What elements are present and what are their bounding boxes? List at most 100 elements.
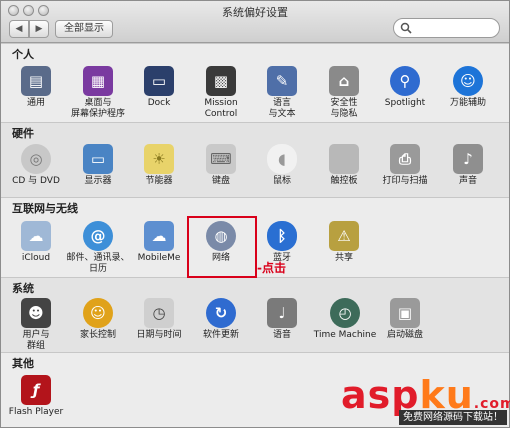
startup-disk-icon: ▣ bbox=[390, 298, 420, 328]
pref-general[interactable]: ▤ 通用 bbox=[5, 66, 67, 109]
flash-player-icon: ƒ bbox=[21, 375, 51, 405]
cd-dvd-icon: ◎ bbox=[21, 144, 51, 174]
pref-displays[interactable]: ▭ 显示器 bbox=[67, 144, 129, 187]
time-machine-icon: ◴ bbox=[330, 298, 360, 328]
pref-label: iCloud bbox=[21, 253, 51, 263]
section-title-other: 其他 bbox=[12, 357, 34, 370]
pref-security-privacy[interactable]: ⌂ 安全性 与隐私 bbox=[313, 66, 375, 120]
sharing-icon: ⚠ bbox=[329, 221, 359, 251]
mission-control-icon: ▩ bbox=[206, 66, 236, 96]
spotlight-icon: ⚲ bbox=[390, 66, 420, 96]
icloud-icon: ☁ bbox=[21, 221, 51, 251]
pref-label: 语言 与文本 bbox=[268, 98, 296, 119]
pref-label: 桌面与 屏幕保护程序 bbox=[70, 98, 125, 119]
parental-controls-icon: ☺ bbox=[83, 298, 113, 328]
pref-mouse[interactable]: ◖ 鼠标 bbox=[251, 144, 313, 187]
pref-speech[interactable]: ♩ 语音 bbox=[251, 298, 313, 341]
printer-icon: ⎙ bbox=[390, 144, 420, 174]
pref-energy-saver[interactable]: ☀ 节能器 bbox=[128, 144, 190, 187]
forward-button[interactable]: ▶ bbox=[29, 20, 49, 38]
pref-label: Spotlight bbox=[384, 98, 426, 108]
pref-label: 软件更新 bbox=[202, 330, 239, 340]
pref-keyboard[interactable]: ⌨ 键盘 bbox=[190, 144, 252, 187]
pref-label: 共享 bbox=[334, 253, 353, 263]
pref-label: 邮件、通讯录、 日历 bbox=[66, 253, 130, 274]
back-arrow-icon: ◀ bbox=[15, 24, 23, 34]
pref-label: 通用 bbox=[26, 98, 45, 108]
pref-label: Time Machine bbox=[313, 330, 377, 340]
watermark-subtitle: 免费网络源码下载站！ bbox=[399, 410, 507, 425]
search-icon bbox=[400, 22, 412, 34]
pref-label: 日期与时间 bbox=[136, 330, 182, 340]
pref-mobileme[interactable]: ☁ MobileMe bbox=[128, 221, 190, 264]
pref-label: MobileMe bbox=[137, 253, 181, 263]
bluetooth-icon: ᛒ bbox=[267, 221, 297, 251]
section-title-hardware: 硬件 bbox=[12, 127, 34, 140]
pref-label: 鼠标 bbox=[272, 176, 291, 186]
general-icon: ▤ bbox=[21, 66, 51, 96]
accessibility-icon: ☺ bbox=[453, 66, 483, 96]
pref-label: 显示器 bbox=[84, 176, 112, 186]
pref-date-time[interactable]: ◷ 日期与时间 bbox=[128, 298, 190, 341]
pref-language-text[interactable]: ✎ 语言 与文本 bbox=[251, 66, 313, 120]
back-button[interactable]: ◀ bbox=[9, 20, 29, 38]
mouse-icon: ◖ bbox=[267, 144, 297, 174]
pref-icloud[interactable]: ☁ iCloud bbox=[5, 221, 67, 264]
pref-label: 语音 bbox=[272, 330, 291, 340]
pref-mail-contacts-calendars[interactable]: @ 邮件、通讯录、 日历 bbox=[61, 221, 135, 275]
pref-label: Mission Control bbox=[204, 98, 238, 119]
pref-label: Dock bbox=[147, 98, 171, 108]
show-all-button[interactable]: 全部显示 bbox=[55, 20, 113, 38]
pref-startup-disk[interactable]: ▣ 启动磁盘 bbox=[374, 298, 436, 341]
users-icon: ☻ bbox=[21, 298, 51, 328]
mail-contacts-icon: @ bbox=[83, 221, 113, 251]
pref-users-groups[interactable]: ☻ 用户与 群组 bbox=[5, 298, 67, 352]
system-preferences-window: 系统偏好设置 ◀ ▶ 全部显示 个人 ▤ 通用 ▦ 桌面与 屏幕保护程序 ▭ D… bbox=[0, 0, 510, 428]
speech-icon: ♩ bbox=[267, 298, 297, 328]
dock-icon: ▭ bbox=[144, 66, 174, 96]
pref-label: Flash Player bbox=[8, 407, 64, 417]
pref-flash-player[interactable]: ƒ Flash Player bbox=[5, 375, 67, 418]
pref-cd-dvd[interactable]: ◎ CD 与 DVD bbox=[5, 144, 67, 187]
date-time-icon: ◷ bbox=[144, 298, 174, 328]
sound-icon: ♪ bbox=[453, 144, 483, 174]
pref-label: 节能器 bbox=[145, 176, 173, 186]
display-icon: ▭ bbox=[83, 144, 113, 174]
highlight-box bbox=[187, 216, 257, 278]
pref-sharing[interactable]: ⚠ 共享 bbox=[313, 221, 375, 264]
pref-time-machine[interactable]: ◴ Time Machine bbox=[313, 298, 377, 341]
pref-label: 键盘 bbox=[211, 176, 230, 186]
mobileme-icon: ☁ bbox=[144, 221, 174, 251]
pref-dock[interactable]: ▭ Dock bbox=[128, 66, 190, 109]
pref-spotlight[interactable]: ⚲ Spotlight bbox=[374, 66, 436, 109]
language-icon: ✎ bbox=[267, 66, 297, 96]
section-title-personal: 个人 bbox=[12, 48, 34, 61]
section-hardware: 硬件 ◎ CD 与 DVD ▭ 显示器 ☀ 节能器 ⌨ 键盘 ◖ 鼠标 触控板 … bbox=[1, 122, 509, 197]
pref-label: 声音 bbox=[458, 176, 477, 186]
pref-label: 触控板 bbox=[330, 176, 358, 186]
pref-parental-controls[interactable]: ☺ 家长控制 bbox=[67, 298, 129, 341]
section-system: 系统 ☻ 用户与 群组 ☺ 家长控制 ◷ 日期与时间 ↻ 软件更新 ♩ 语音 ◴… bbox=[1, 277, 509, 352]
search-input[interactable] bbox=[393, 18, 500, 38]
pref-sound[interactable]: ♪ 声音 bbox=[437, 144, 499, 187]
pref-software-update[interactable]: ↻ 软件更新 bbox=[190, 298, 252, 341]
pref-label: 安全性 与隐私 bbox=[330, 98, 358, 119]
pref-trackpad[interactable]: 触控板 bbox=[313, 144, 375, 187]
forward-arrow-icon: ▶ bbox=[35, 24, 43, 34]
software-update-icon: ↻ bbox=[206, 298, 236, 328]
security-icon: ⌂ bbox=[329, 66, 359, 96]
pref-print-scan[interactable]: ⎙ 打印与扫描 bbox=[374, 144, 436, 187]
trackpad-icon bbox=[329, 144, 359, 174]
pref-label: CD 与 DVD bbox=[12, 176, 60, 186]
pref-label: 打印与扫描 bbox=[382, 176, 428, 186]
click-annotation: -点击 bbox=[257, 261, 286, 275]
pref-accessibility[interactable]: ☺ 万能辅助 bbox=[437, 66, 499, 109]
keyboard-icon: ⌨ bbox=[206, 144, 236, 174]
energy-saver-icon: ☀ bbox=[144, 144, 174, 174]
pref-label: 启动磁盘 bbox=[386, 330, 423, 340]
pref-label: 家长控制 bbox=[79, 330, 116, 340]
pref-desktop-screensaver[interactable]: ▦ 桌面与 屏幕保护程序 bbox=[67, 66, 129, 120]
section-title-internet: 互联网与无线 bbox=[12, 202, 78, 215]
pref-mission-control[interactable]: ▩ Mission Control bbox=[190, 66, 252, 120]
pref-bluetooth[interactable]: ᛒ 蓝牙 bbox=[251, 221, 313, 264]
